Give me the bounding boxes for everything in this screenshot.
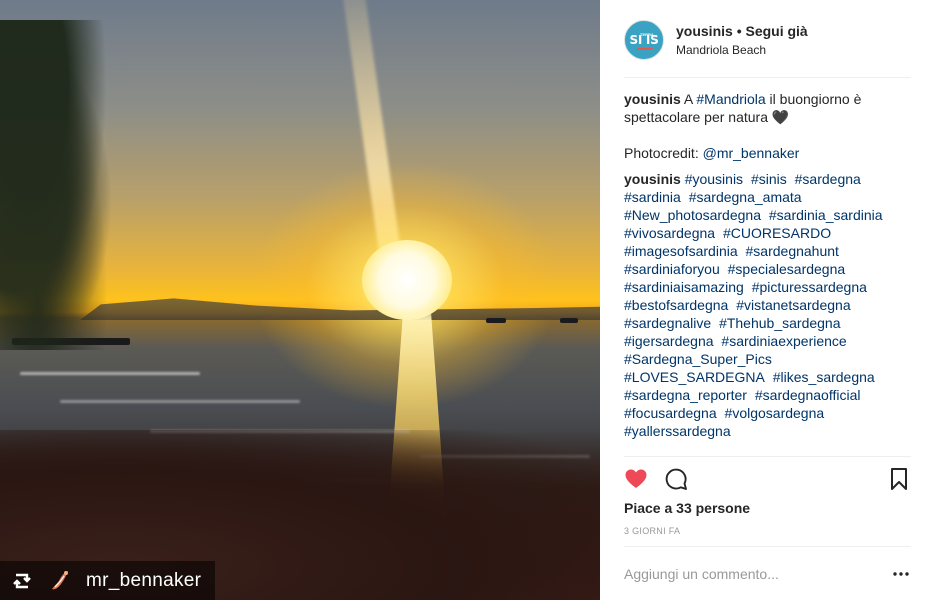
hashtag-link[interactable]: #sardinia [624,189,681,205]
hashtag-link[interactable]: #imagesofsardinia [624,243,738,259]
likes-text: Piace a 33 persone [624,500,751,516]
post-header: TERRA SI IS yousinis • Segui già Mandrio… [624,18,911,62]
avatar-wave-icon [637,47,653,50]
hashtag-link[interactable]: #picturessardegna [752,279,867,295]
hashtag-link[interactable]: #likes_sardegna [773,369,875,385]
repost-icon [13,573,31,588]
comment-divider [624,546,911,547]
hashtag-link[interactable]: #yousinis [685,171,743,187]
hashtag-link[interactable]: #vivosardegna [624,225,715,241]
wave [20,372,200,375]
hashtag-link[interactable]: #specialesardegna [728,261,846,277]
photo-credit-line: Photocredit: @mr_bennaker [624,144,915,162]
heart-icon[interactable] [624,467,648,491]
credit-username[interactable]: mr_bennaker [86,570,201,592]
hashtag-list: #yousinis #sinis #sardegna #sardinia #sa… [624,171,887,439]
location-link[interactable]: Mandriola Beach [676,43,808,57]
comment-icon[interactable] [664,467,688,491]
post-timestamp[interactable]: 3 GIORNI FA [624,526,680,536]
action-bar [624,465,911,493]
hashtag-link[interactable]: #sardegna [795,171,861,187]
hashtag-link[interactable]: #sardiniaexperience [721,333,846,349]
hashtag-link[interactable]: #sardegna_reporter [624,387,747,403]
hashtag-link[interactable]: #sardiniaisamazing [624,279,744,295]
hashtag-link[interactable]: #Thehub_sardegna [719,315,840,331]
caption-username[interactable]: yousinis [624,91,681,107]
repost-credit: mr_bennaker [0,561,216,600]
caption-hashtag[interactable]: #Mandriola [696,91,765,107]
avatar[interactable]: TERRA SI IS [624,20,664,60]
actions-divider [624,456,911,457]
header-separator: • [736,23,742,39]
hashtag-link[interactable]: #bestofsardegna [624,297,728,313]
photo-credit-label: Photocredit: [624,145,703,161]
hashtag-link[interactable]: #sardegna_amata [689,189,802,205]
hashtag-link[interactable]: #yallerssardegna [624,423,731,439]
bookmark-icon[interactable] [887,467,911,491]
post-side-panel: TERRA SI IS yousinis • Segui già Mandrio… [600,0,935,600]
more-dots-icon [893,572,909,576]
hashtag-link[interactable]: #LOVES_SARDEGNA [624,369,765,385]
post-photo[interactable]: mr_bennaker [0,0,600,600]
credit-logo-icon [52,570,68,589]
avatar-small-text: TERRA [640,32,654,37]
black-heart-emoji: 🖤 [771,109,790,125]
photo-credit-mention[interactable]: @mr_bennaker [703,145,800,161]
header-username[interactable]: yousinis [676,23,733,39]
boat [560,318,578,323]
tree-silhouette [0,20,120,350]
add-comment-bar [624,560,911,588]
more-options-icon[interactable] [891,564,911,584]
follow-status-button[interactable]: Segui già [745,23,807,39]
sun [362,240,452,320]
hashtag-link[interactable]: #New_photosardegna [624,207,761,223]
comment-username[interactable]: yousinis [624,171,681,187]
hashtag-link[interactable]: #focusardegna [624,405,717,421]
hashtag-comment: yousinis #yousinis #sinis #sardegna #sar… [624,170,915,440]
hashtag-link[interactable]: #sinis [751,171,787,187]
comment-input[interactable] [624,566,891,582]
hashtag-link[interactable]: #sardiniaforyou [624,261,720,277]
likes-count[interactable]: Piace a 33 persone [624,500,750,516]
header-user-line: yousinis • Segui già [676,23,808,39]
boat [486,318,506,323]
hashtag-link[interactable]: #sardegnahunt [746,243,839,259]
hashtag-link[interactable]: #sardinia_sardinia [769,207,883,223]
comments-section: yousinis A #Mandriola il buongiorno è sp… [624,90,915,440]
hashtag-link[interactable]: #vistanetsardegna [736,297,850,313]
hashtag-link[interactable]: #sardegnaofficial [755,387,861,403]
hashtag-link[interactable]: #volgosardegna [725,405,825,421]
hashtag-link[interactable]: #igersardegna [624,333,714,349]
caption-text-before: A [683,91,697,107]
header-text: yousinis • Segui già Mandriola Beach [676,23,808,57]
hashtag-link[interactable]: #Sardegna_Super_Pics [624,351,772,367]
wave [60,400,300,403]
caption: yousinis A #Mandriola il buongiorno è sp… [624,90,915,126]
hashtag-link[interactable]: #sardegnalive [624,315,711,331]
header-divider [624,77,911,78]
hashtag-link[interactable]: #CUORESARDO [723,225,831,241]
